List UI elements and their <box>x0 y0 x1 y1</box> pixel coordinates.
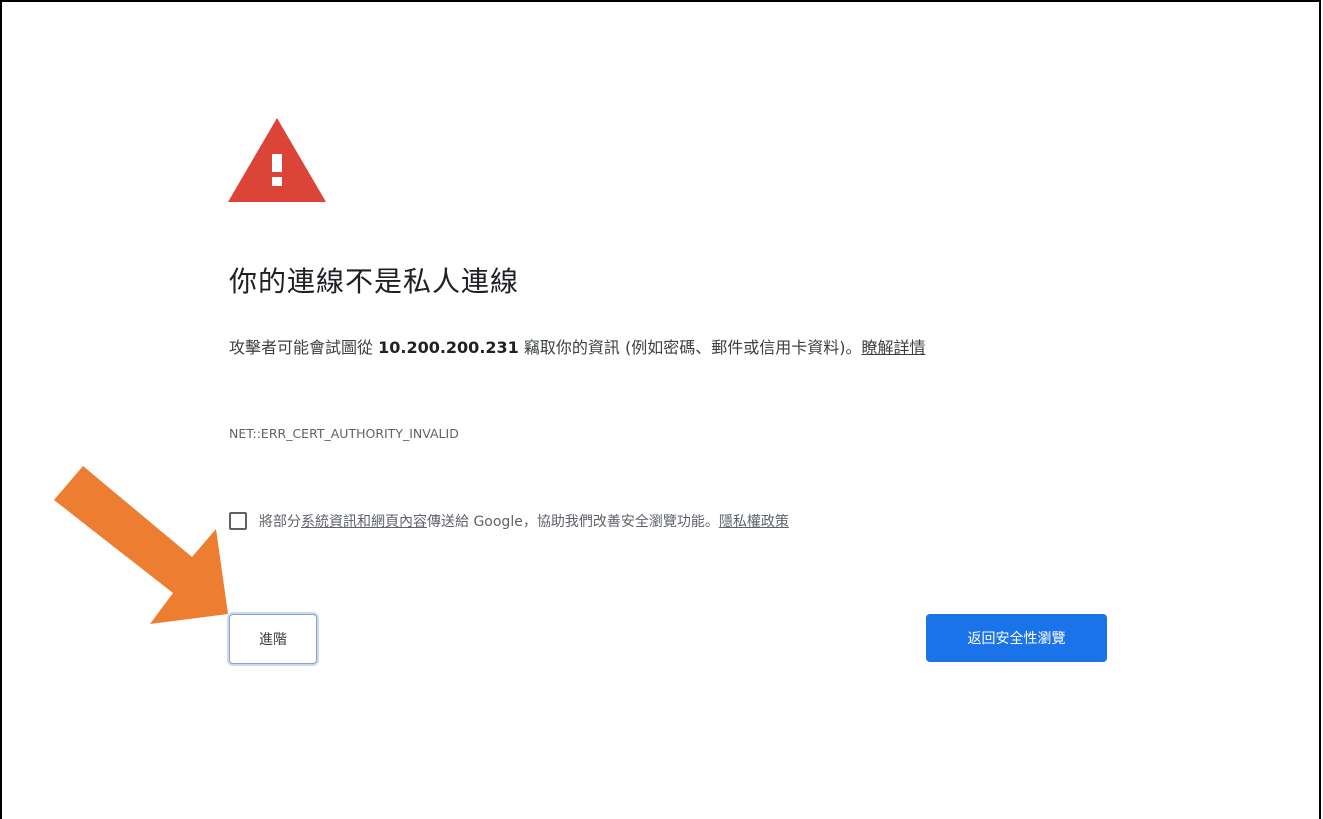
description-text-after: 竊取你的資訊 (例如密碼、郵件或信用卡資料)。 <box>518 338 862 357</box>
privacy-policy-link[interactable]: 隱私權政策 <box>719 511 789 531</box>
page-title: 你的連線不是私人連線 <box>229 265 520 298</box>
safe-browsing-optin: 將部分 系統資訊和網頁內容 傳送給 Google，協助我們改善安全瀏覽功能。 隱私權政… <box>229 511 789 531</box>
optin-text-after: 傳送給 Google，協助我們改善安全瀏覽功能。 <box>427 514 719 530</box>
error-code: NET::ERR_CERT_AUTHORITY_INVALID <box>229 426 459 441</box>
target-host: 10.200.200.231 <box>378 338 519 357</box>
description: 攻擊者可能會試圖從 10.200.200.231 竊取你的資訊 (例如密碼、郵件… <box>229 331 1109 364</box>
warning-triangle-icon <box>228 118 326 202</box>
annotation-arrow-icon <box>54 466 228 624</box>
description-text-before: 攻擊者可能會試圖從 <box>229 338 379 357</box>
browser-frame <box>0 0 1321 819</box>
system-info-link[interactable]: 系統資訊和網頁內容 <box>301 511 427 531</box>
back-to-safety-button[interactable]: 返回安全性瀏覽 <box>926 614 1107 662</box>
advanced-button[interactable]: 進階 <box>229 614 317 664</box>
optin-text-before: 將部分 <box>259 514 301 530</box>
learn-more-link[interactable]: 瞭解詳情 <box>861 338 925 357</box>
